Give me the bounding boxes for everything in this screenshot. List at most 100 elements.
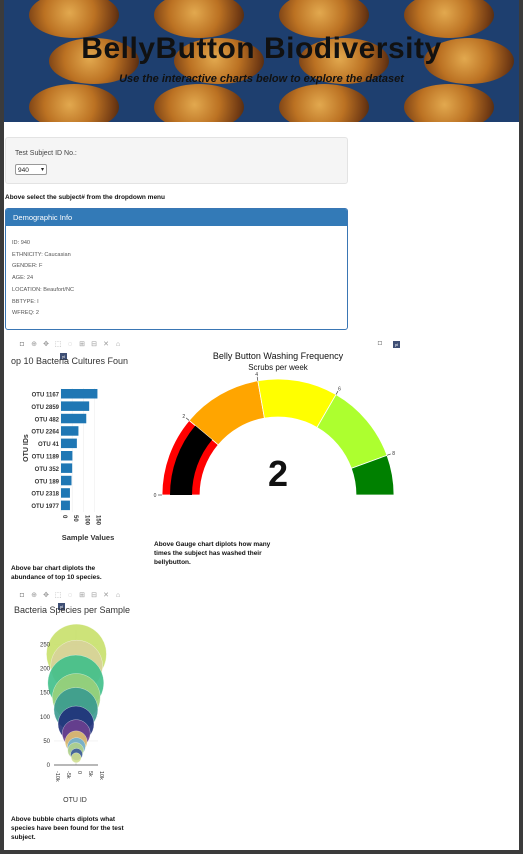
box-select-icon[interactable]: ⬚ (54, 591, 62, 599)
bubble-y-tick: 250 (40, 642, 51, 648)
bar-category-label: OTU 1189 (32, 455, 60, 461)
camera-icon[interactable]: ◘ (18, 341, 26, 348)
gauge-tick-label: 8 (392, 451, 395, 457)
bar[interactable] (61, 488, 70, 498)
pan-icon[interactable]: ✥ (42, 340, 50, 348)
home-icon[interactable]: ⌂ (114, 341, 122, 348)
zoom-in-icon[interactable]: ⊞ (78, 591, 86, 599)
bar-category-label: OTU 2264 (31, 430, 59, 436)
demographic-panel: Demographic Info ID: 940 ETHNICITY: Cauc… (5, 208, 348, 330)
bubble[interactable] (71, 752, 82, 763)
bar[interactable] (61, 451, 73, 461)
petri-dish-image (29, 84, 119, 122)
banner-subtitle: Use the interactive charts below to expl… (119, 73, 404, 85)
dropdown-note: Above select the subject# from the dropd… (5, 194, 165, 201)
lasso-icon[interactable]: ◌ (66, 592, 74, 599)
subject-selector-label: Test Subject ID No.: (15, 150, 77, 157)
wash-frequency-gauge[interactable]: Belly Button Washing Frequency Scrubs pe… (150, 345, 400, 505)
bubble-chart[interactable]: Bacteria Species per Sample 0 50 100 150 200… (5, 602, 145, 807)
bubble-x-tick: 5k (87, 771, 93, 777)
bar-x-tick: 50 (72, 515, 78, 522)
demographic-panel-header: Demographic Info (6, 209, 347, 226)
bubble-note-3: subject. (11, 834, 36, 841)
autoscale-icon[interactable]: ✕ (102, 591, 110, 599)
bar-chart-title: op 10 Bacteria Cultures Foun (11, 356, 128, 366)
demo-location: LOCATION: Beaufort/NC (12, 286, 75, 293)
petri-dish-image (279, 84, 369, 122)
bar-x-tick: 100 (83, 515, 89, 526)
bar-chart-ylabel: OTU IDs (23, 434, 30, 462)
camera-icon[interactable]: ◘ (18, 592, 26, 599)
petri-dish-image (404, 84, 494, 122)
bar[interactable] (61, 389, 98, 399)
bubble-y-tick: 50 (43, 739, 50, 745)
autoscale-icon[interactable]: ✕ (102, 340, 110, 348)
bubble-chart-modebar: ◘ ⊕ ✥ ⬚ ◌ ⊞ ⊟ ✕ ⌂ (18, 591, 122, 600)
gauge-tick-label: 4 (255, 372, 258, 378)
gauge-value: 2 (268, 453, 288, 494)
gauge-tick (185, 417, 190, 421)
demo-wfreq: WFREQ: 2 (12, 310, 40, 317)
zoom-out-icon[interactable]: ⊟ (90, 340, 98, 348)
bubble-x-tick: 10k (98, 771, 104, 780)
zoom-out-icon[interactable]: ⊟ (90, 591, 98, 599)
bar-chart-modebar: ◘ ⊕ ✥ ⬚ ◌ ⊞ ⊟ ✕ ⌂ (18, 340, 122, 349)
gauge-tick-label: 2 (182, 414, 185, 420)
bubble-y-tick: 200 (40, 667, 51, 673)
bar-x-tick: 0 (61, 515, 67, 519)
subject-id-select[interactable]: 940 ▾ (15, 164, 47, 175)
zoom-icon[interactable]: ⊕ (30, 340, 38, 348)
bar-category-label: OTU 1977 (31, 504, 59, 510)
bar[interactable] (61, 438, 77, 449)
bar[interactable] (61, 500, 70, 511)
bar[interactable] (61, 413, 87, 424)
pan-icon[interactable]: ✥ (42, 591, 50, 599)
bar-note-1: Above bar chart diplots the (11, 565, 96, 572)
bar-category-label: OTU 189 (35, 479, 60, 485)
bar-category-label: OTU 41 (38, 442, 60, 448)
top10-bar-chart[interactable]: op 10 Bacteria Cultures Foun OTU 1167 OTU… (5, 350, 145, 545)
gauge-tick-label: 6 (338, 386, 341, 392)
demographic-panel-body: ID: 940 ETHNICITY: Caucasian GENDER: F A… (6, 226, 347, 320)
bubble-x-tick: -5k (65, 771, 71, 779)
banner: BellyButton Biodiversity Use the interac… (4, 0, 519, 122)
bar[interactable] (61, 463, 73, 473)
bubble-x-tick: 0 (76, 771, 82, 774)
bubble-y-tick: 100 (40, 715, 51, 721)
bar-category-label: OTU 2318 (31, 492, 59, 498)
bar-chart-xlabel: Sample Values (62, 533, 115, 542)
zoom-icon[interactable]: ⊕ (30, 591, 38, 599)
bubble-chart-title: Bacteria Species per Sample (14, 605, 130, 615)
bubble-y-tick: 150 (40, 691, 51, 697)
gauge-tick-label: 0 (154, 493, 157, 499)
demo-bbtype: BBTYPE: I (12, 298, 39, 305)
demo-gender: GENDER: F (12, 263, 43, 270)
box-select-icon[interactable]: ⬚ (54, 340, 62, 348)
home-icon[interactable]: ⌂ (114, 592, 122, 599)
bubble-y-tick: 0 (47, 763, 51, 769)
bubble-note-2: species have been found for the test (11, 825, 124, 832)
lasso-icon[interactable]: ◌ (66, 341, 74, 348)
gauge-tick (386, 453, 391, 456)
bar-category-label: OTU 1167 (32, 393, 60, 399)
chevron-down-icon: ▾ (40, 167, 44, 173)
demo-age: AGE: 24 (12, 275, 34, 282)
gauge-title: Belly Button Washing Frequency (213, 351, 344, 361)
subject-id-select-value: 940 (18, 167, 29, 174)
banner-title: BellyButton Biodiversity (81, 32, 442, 65)
bar-category-label: OTU 482 (35, 417, 60, 423)
bar-note-2: abundance of top 10 species. (11, 574, 102, 581)
bubble-x-tick: -10k (54, 771, 60, 782)
bar[interactable] (61, 426, 79, 436)
bar[interactable] (61, 475, 72, 486)
bar[interactable] (61, 401, 90, 411)
gauge-subtitle: Scrubs per week (248, 363, 309, 372)
zoom-in-icon[interactable]: ⊞ (78, 340, 86, 348)
bar-category-label: OTU 2859 (31, 405, 59, 411)
subject-selector-well: Test Subject ID No.: 940 ▾ (5, 137, 348, 184)
demo-id: ID: 940 (12, 240, 31, 246)
gauge-note-3: bellybutton. (154, 559, 191, 566)
bar-x-tick: 150 (95, 515, 101, 526)
bar-category-label: OTU 352 (35, 467, 60, 473)
gauge-note-1: Above Gauge chart diplots how many (154, 541, 271, 548)
